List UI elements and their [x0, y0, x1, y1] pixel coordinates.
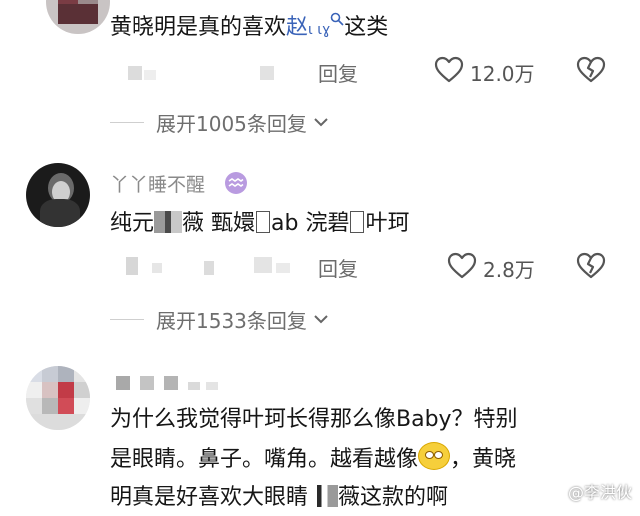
expand-replies-button[interactable]: 展开1533条回复	[110, 304, 329, 334]
comment-text: 纯元薇 甄嬛 ab 浣碧 叶珂	[110, 211, 410, 236]
username[interactable]	[116, 376, 226, 392]
expand-replies-button[interactable]: 展开1005条回复	[110, 107, 329, 137]
heart-outline-icon[interactable]	[434, 56, 464, 84]
comment-avatar[interactable]	[26, 163, 90, 227]
like-count: 12.0万	[470, 62, 535, 86]
aquarius-icon	[225, 172, 247, 194]
comment-text: 是眼睛。鼻子。嘴角。越看越像 ，黄晓	[110, 442, 516, 478]
username[interactable]: 丫丫睡不醒	[110, 170, 205, 197]
chevron-down-icon	[314, 315, 328, 324]
reply-button[interactable]: 回复	[318, 253, 358, 282]
chevron-down-icon	[314, 118, 328, 127]
search-icon[interactable]	[330, 12, 344, 26]
broken-heart-icon[interactable]	[576, 252, 606, 280]
comment-avatar[interactable]	[46, 0, 110, 34]
comment-text: 明真是好喜欢大眼睛 薇这款的啊	[110, 485, 449, 510]
broken-heart-icon[interactable]	[576, 56, 606, 84]
like-count: 2.8万	[483, 258, 535, 282]
heart-outline-icon[interactable]	[447, 252, 477, 280]
comment-meta	[128, 66, 278, 80]
camera-icon	[547, 484, 565, 499]
watermark: @李洪伙	[547, 479, 632, 503]
grinning-face-emoji	[418, 442, 451, 470]
comment-text: 黄晓明是真的喜欢赵ɩ ɩɣ 这类	[110, 10, 388, 48]
comment-meta	[126, 257, 296, 277]
mention-link[interactable]: 赵	[286, 15, 308, 40]
comment-avatar[interactable]	[26, 366, 90, 430]
comment-text: 为什么我觉得叶珂长得那么像Baby？特别	[110, 407, 518, 432]
reply-button[interactable]: 回复	[318, 58, 358, 87]
